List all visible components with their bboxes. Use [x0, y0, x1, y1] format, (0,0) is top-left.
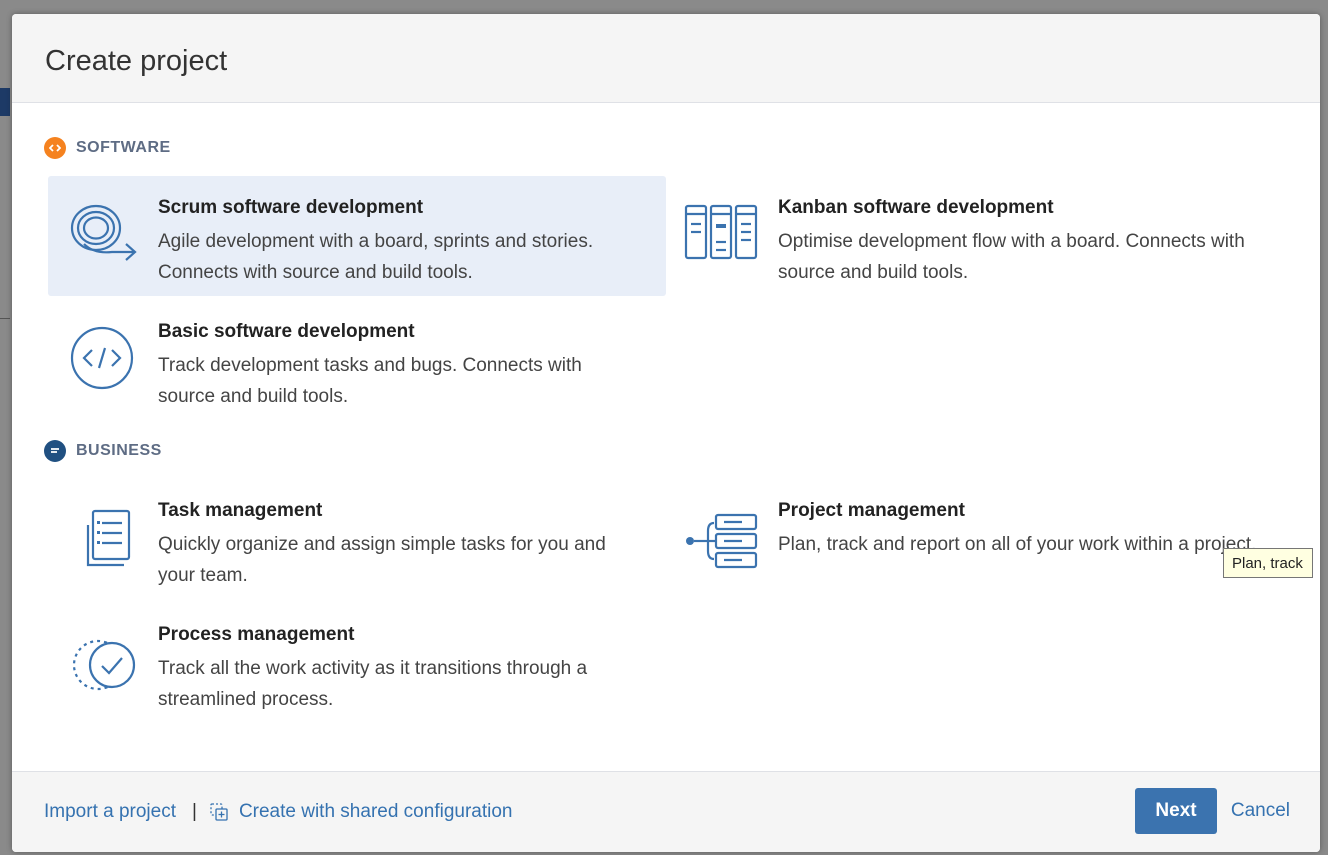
- kanban-board-icon: [684, 198, 760, 270]
- chat-circle-icon: [44, 440, 66, 462]
- background-divider: [0, 318, 10, 319]
- code-circle-icon: [44, 137, 66, 159]
- tile-description: Track development tasks and bugs. Connec…: [158, 355, 582, 407]
- cancel-link[interactable]: Cancel: [1231, 800, 1290, 822]
- tooltip: Plan, track: [1223, 548, 1313, 578]
- create-shared-configuration-link[interactable]: Create with shared configuration: [239, 801, 513, 823]
- create-project-dialog: Create project SOFTWARE Scrum software d…: [12, 14, 1320, 852]
- section-label-software: SOFTWARE: [76, 139, 171, 156]
- code-brackets-icon: [64, 322, 140, 394]
- tile-title: Project management: [778, 500, 965, 521]
- scrum-cycle-icon: [64, 198, 140, 270]
- footer-separator: |: [192, 801, 197, 822]
- dialog-header: Create project: [12, 14, 1320, 103]
- process-check-icon: [64, 625, 140, 697]
- tile-description: Plan, track and report on all of your wo…: [778, 534, 1257, 555]
- task-list-icon: [64, 501, 140, 573]
- background-header-bar: [0, 88, 10, 116]
- tile-title: Scrum software development: [158, 197, 424, 218]
- tile-description: Agile development with a board, sprints …: [158, 231, 594, 283]
- import-project-link[interactable]: Import a project: [44, 801, 176, 823]
- project-tree-icon: [684, 501, 760, 573]
- tile-scrum-software-development[interactable]: Scrum software development Agile develop…: [48, 176, 666, 296]
- tile-description: Track all the work activity as it transi…: [158, 658, 588, 710]
- tile-title: Process management: [158, 624, 355, 645]
- tile-title: Kanban software development: [778, 197, 1054, 218]
- tile-basic-software-development[interactable]: Basic software development Track develop…: [48, 300, 666, 420]
- shared-configuration-icon: [209, 802, 229, 822]
- section-label-business: BUSINESS: [76, 442, 162, 459]
- tile-project-management[interactable]: Project management Plan, track and repor…: [668, 479, 1286, 599]
- next-button[interactable]: Next: [1135, 788, 1217, 834]
- dialog-footer: Import a project | Create with shared co…: [12, 771, 1320, 852]
- section-heading-business: BUSINESS: [44, 439, 162, 463]
- tile-process-management[interactable]: Process management Track all the work ac…: [48, 603, 666, 723]
- tile-kanban-software-development[interactable]: Kanban software development Optimise dev…: [668, 176, 1286, 296]
- tile-description: Quickly organize and assign simple tasks…: [158, 534, 606, 586]
- tile-task-management[interactable]: Task management Quickly organize and ass…: [48, 479, 666, 599]
- tile-title: Task management: [158, 500, 323, 521]
- section-heading-software: SOFTWARE: [44, 136, 171, 160]
- tile-title: Basic software development: [158, 321, 415, 342]
- footer-left-actions: Import a project | Create with shared co…: [44, 800, 512, 824]
- dialog-title: Create project: [45, 45, 228, 77]
- tile-description: Optimise development flow with a board. …: [778, 231, 1245, 283]
